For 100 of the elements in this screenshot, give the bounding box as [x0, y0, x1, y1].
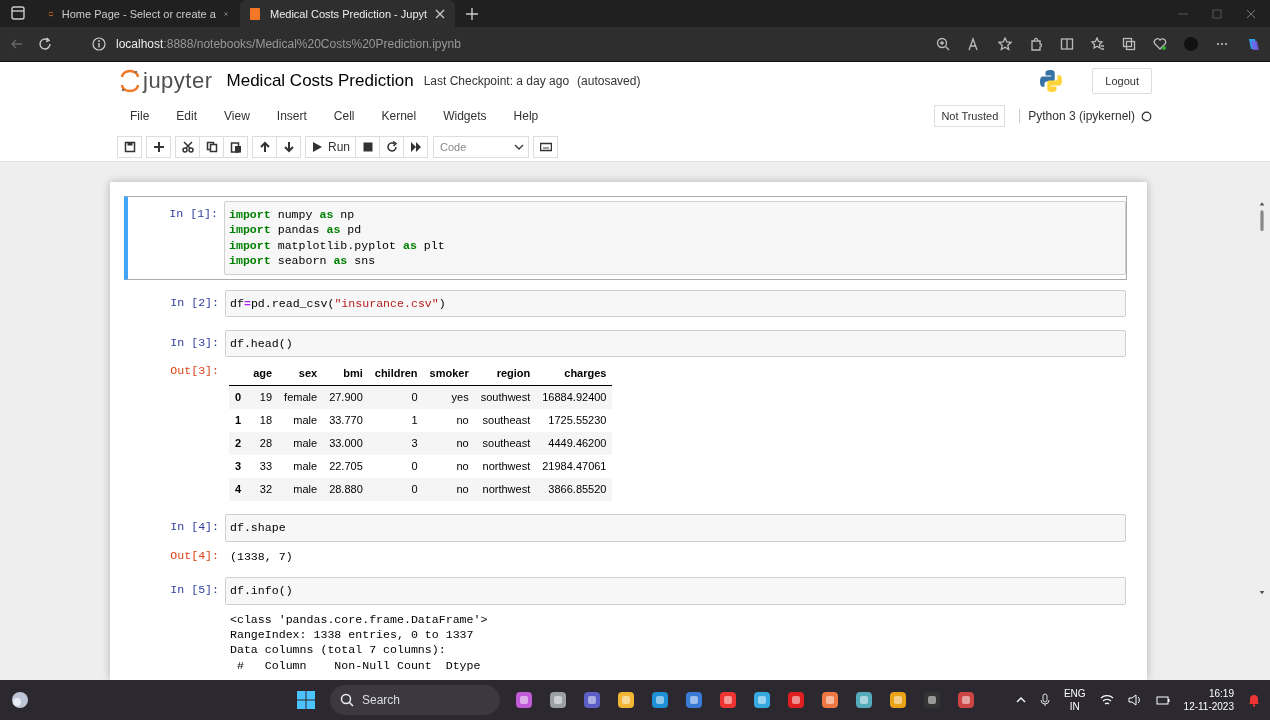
paste-button[interactable]	[223, 135, 248, 158]
logout-button[interactable]: Logout	[1092, 68, 1152, 94]
region-label[interactable]: IN	[1069, 700, 1080, 713]
menu-item[interactable]: Kernel	[371, 109, 427, 123]
app-icon[interactable]	[582, 690, 602, 710]
back-icon[interactable]	[10, 37, 24, 51]
play-icon	[311, 140, 323, 153]
column-header: age	[247, 362, 279, 386]
cell-type-dropdown[interactable]: Code	[433, 135, 529, 158]
app-icon[interactable]	[616, 690, 636, 710]
menu-item[interactable]: Widgets	[433, 109, 497, 123]
table-cell: 27.900	[323, 385, 369, 410]
star-icon[interactable]	[998, 37, 1012, 51]
weather-icon[interactable]	[10, 690, 30, 710]
table-cell: 33	[247, 455, 279, 479]
code-input[interactable]: df.head()	[225, 330, 1126, 358]
restart-button[interactable]	[379, 135, 404, 158]
copilot-icon[interactable]	[1246, 37, 1260, 51]
code-input[interactable]: df.info()	[225, 577, 1126, 605]
collections-icon[interactable]	[1122, 37, 1136, 51]
table-cell: female	[278, 385, 324, 410]
output-prompt: Out[4]:	[169, 548, 220, 562]
menu-item[interactable]: File	[120, 109, 160, 123]
split-screen-icon[interactable]	[1060, 37, 1074, 51]
copy-button[interactable]	[199, 135, 224, 158]
code-input[interactable]: import numpy as np import pandas as pd import matplotlib.pyplot as plt import seaborn as sns	[224, 201, 1126, 275]
code-input[interactable]: df=pd.read_csv("insurance.csv")	[225, 289, 1126, 318]
save-button[interactable]	[117, 135, 142, 158]
browser-tab[interactable]: Medical Costs Prediction - Jupyt	[240, 0, 455, 27]
notification-bell-icon[interactable]	[1248, 693, 1260, 707]
table-cell: 33.770	[323, 409, 369, 433]
table-cell: 21984.47061	[536, 455, 613, 479]
browser-tab[interactable]: Home Page - Select or create a	[40, 0, 236, 27]
table-cell: yes	[423, 385, 475, 410]
table-cell: 0	[368, 478, 424, 502]
language-label[interactable]: ENG	[1063, 687, 1086, 700]
read-aloud-icon[interactable]	[967, 37, 981, 51]
selected-cell[interactable]: In [1]: import numpy as np import pandas as pd import matplotlib.pyplot as plt import seaborn as sns	[124, 196, 1127, 280]
row-index: 1	[229, 409, 248, 433]
column-header: children	[368, 362, 424, 386]
reload-icon[interactable]	[38, 37, 52, 51]
tab-title: Medical Costs Prediction - Jupyt	[270, 7, 428, 20]
checkpoint-text: Last Checkpoint: a day ago	[423, 74, 570, 88]
table-cell: northwest	[474, 455, 537, 479]
code-line: import matplotlib.pyplot as plt	[229, 237, 446, 254]
app-icon[interactable]	[786, 690, 806, 710]
row-index: 0	[229, 385, 248, 410]
wifi-icon[interactable]	[1099, 694, 1114, 706]
stop-button[interactable]	[355, 135, 380, 158]
menu-item[interactable]: View	[214, 109, 260, 123]
app-icon[interactable]	[820, 690, 840, 710]
speaker-icon[interactable]	[1127, 694, 1142, 706]
trust-button[interactable]: Not Trusted	[934, 105, 1006, 127]
start-icon[interactable]	[296, 690, 316, 710]
table-cell: 0	[368, 385, 424, 410]
favorites-icon[interactable]	[1091, 37, 1105, 51]
puzzle-icon[interactable]	[1029, 37, 1043, 51]
menu-item[interactable]: Help	[503, 109, 549, 123]
table-cell: southwest	[474, 385, 537, 410]
search-field[interactable]: Search	[330, 685, 500, 715]
app-icon[interactable]	[888, 690, 908, 710]
battery-icon[interactable]	[1155, 694, 1170, 706]
kernel-name[interactable]: Python 3 (ipykernel)	[1019, 109, 1135, 123]
app-icon[interactable]	[854, 690, 874, 710]
app-icon[interactable]	[684, 690, 704, 710]
clock-time[interactable]: 16:19	[1208, 687, 1234, 700]
heart-icon[interactable]	[1153, 37, 1167, 51]
run-all-button[interactable]	[403, 135, 428, 158]
app-icon[interactable]	[514, 690, 534, 710]
move-up-button[interactable]	[252, 135, 277, 158]
code-input[interactable]: df.shape	[225, 514, 1126, 542]
app-icon[interactable]	[922, 690, 942, 710]
table-cell: male	[278, 409, 324, 433]
command-palette-button[interactable]	[533, 135, 558, 158]
microphone-icon[interactable]	[1039, 693, 1050, 707]
run-button[interactable]: Run	[305, 135, 356, 158]
clock-date[interactable]: 12-11-2023	[1183, 700, 1234, 713]
app-icon[interactable]	[752, 690, 772, 710]
app-icon[interactable]	[548, 690, 568, 710]
app-icon[interactable]	[956, 690, 976, 710]
app-icon[interactable]	[650, 690, 670, 710]
tab-actions-icon[interactable]	[10, 5, 26, 21]
zoom-icon[interactable]	[936, 37, 950, 51]
input-prompt: In [4]:	[169, 519, 220, 534]
app-icon[interactable]	[718, 690, 738, 710]
notebook-title[interactable]: Medical Costs Prediction	[226, 71, 414, 91]
cut-button[interactable]	[175, 135, 200, 158]
menu-item[interactable]: Edit	[166, 109, 208, 123]
tab-title: Home Page - Select or create a	[61, 7, 216, 20]
copy-icon	[205, 140, 218, 153]
move-down-button[interactable]	[276, 135, 301, 158]
menu-item[interactable]: Cell	[323, 109, 365, 123]
add-cell-button[interactable]	[146, 135, 171, 158]
close-icon[interactable]	[1246, 9, 1256, 19]
menu-item[interactable]: Insert	[266, 109, 317, 123]
table-cell: 28.880	[323, 478, 369, 502]
column-header: sex	[278, 362, 324, 386]
new-tab-icon[interactable]	[465, 7, 479, 21]
close-icon[interactable]	[435, 8, 446, 19]
chevron-up-icon[interactable]	[1015, 697, 1026, 703]
